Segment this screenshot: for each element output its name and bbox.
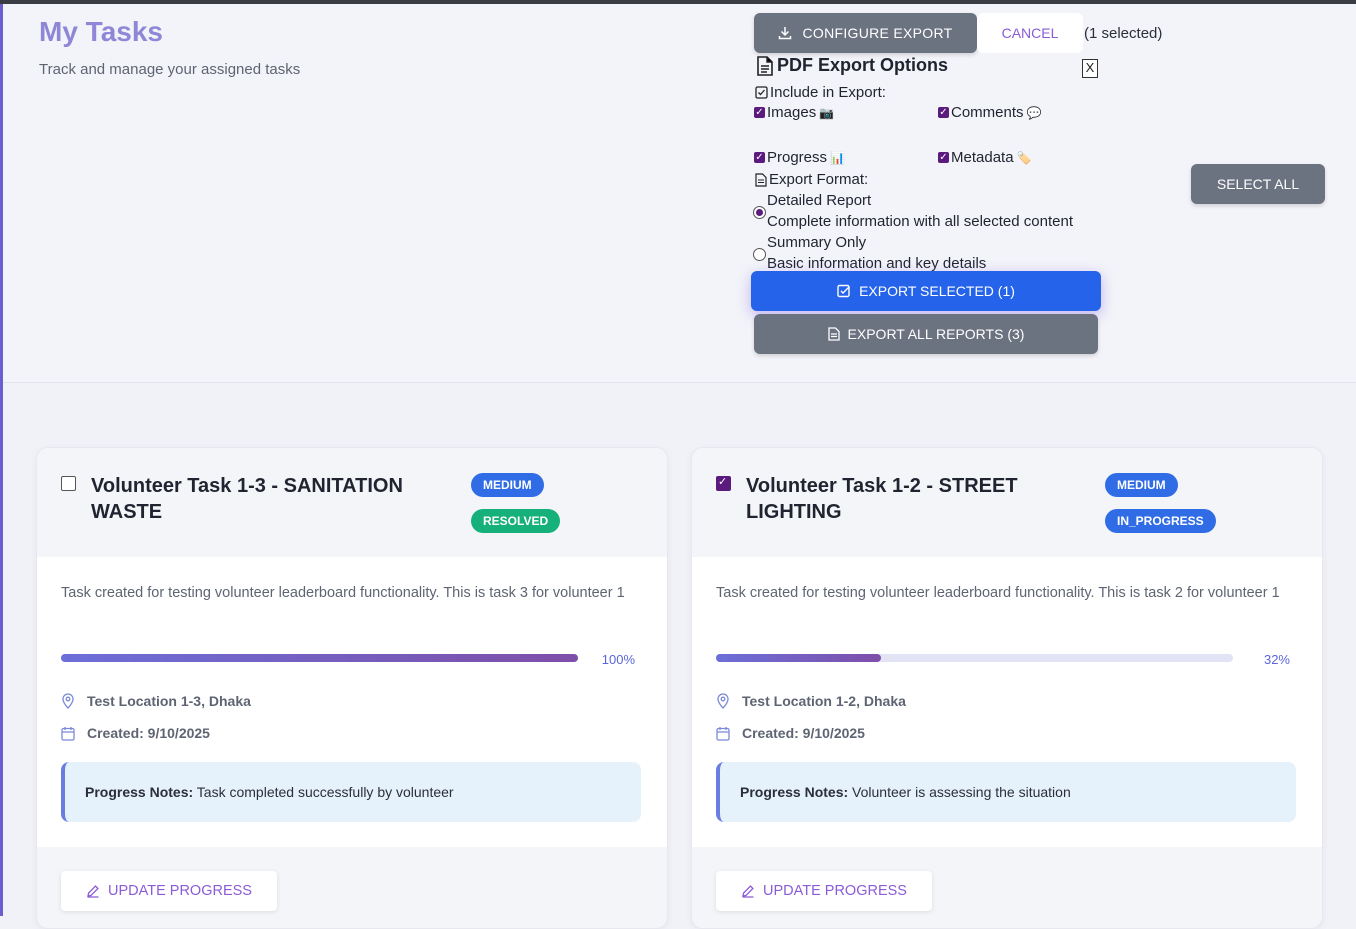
export-selected-button[interactable]: EXPORT SELECTED (1) [751,271,1101,311]
task-select-checkbox[interactable] [61,476,76,491]
progress-notes: Progress Notes: Volunteer is assessing t… [716,762,1296,822]
progress-notes: Progress Notes: Task completed successfu… [61,762,641,822]
progress-notes-label: Progress Notes: [85,784,194,800]
progress-bar [716,654,1233,662]
format-option-detailed[interactable]: Detailed Report Complete information wit… [753,192,1113,234]
checkbox-checked-icon: ✓ [754,107,765,118]
pencil-icon [87,885,99,898]
document-icon [757,55,773,76]
cancel-button[interactable]: CANCEL [977,13,1083,53]
task-created-date: Created: 9/10/2025 [716,725,865,741]
task-card-header: Volunteer Task 1-2 - STREET LIGHTING MED… [692,448,1322,557]
task-select-checkbox[interactable] [716,475,731,491]
progress-notes-text: Volunteer is assessing the situation [852,784,1071,800]
calendar-icon [61,726,75,741]
pencil-icon [742,885,754,898]
camera-icon: 📷 [819,105,835,120]
location-pin-icon [717,693,729,709]
radio-unselected-icon [753,248,766,261]
status-badge: RESOLVED [471,509,561,533]
progress-notes-label: Progress Notes: [740,784,849,800]
progress-percent: 32% [1263,652,1290,667]
progress-notes-text: Task completed successfully by volunteer [196,784,454,800]
progress-percent: 100% [601,652,635,667]
include-label: Include in Export: [755,84,886,101]
update-progress-button[interactable]: UPDATE PROGRESS [61,871,277,911]
selected-count: (1 selected) [1084,25,1163,42]
document-icon [827,327,840,341]
tag-icon: 🏷️ [1016,150,1032,165]
task-title: Volunteer Task 1-2 - STREET LIGHTING [746,475,1018,523]
task-title: Volunteer Task 1-3 - SANITATION WASTE [91,475,403,523]
configure-export-button[interactable]: CONFIGURE EXPORT [754,13,977,53]
priority-badge: MEDIUM [471,473,544,497]
task-location: Test Location 1-2, Dhaka [716,693,906,709]
checkbox-checked-icon: ✓ [938,152,949,163]
export-all-reports-button[interactable]: EXPORT ALL REPORTS (3) [754,314,1098,354]
include-progress-checkbox[interactable]: ✓ Progress 📊 [754,149,845,166]
page-subtitle: Track and manage your assigned tasks [39,61,301,78]
task-created-date: Created: 9/10/2025 [61,725,210,741]
checkbox-checked-icon: ✓ [754,152,765,163]
page-header: My Tasks Track and manage your assigned … [3,4,1356,383]
priority-badge: MEDIUM [1105,473,1178,497]
include-images-checkbox[interactable]: ✓ Images 📷 [754,104,834,121]
status-badge: IN_PROGRESS [1105,509,1216,533]
export-options-title-text: PDF Export Options [777,55,948,75]
task-location: Test Location 1-3, Dhaka [61,693,251,709]
location-pin-icon [62,693,74,709]
checkbox-icon [755,86,768,99]
progress-bar-fill [716,654,882,662]
task-card: Volunteer Task 1-2 - STREET LIGHTING MED… [691,447,1323,929]
format-option-summary[interactable]: Summary Only Basic information and key d… [753,234,1113,274]
select-all-button[interactable]: SELECT ALL [1191,164,1325,204]
include-metadata-checkbox[interactable]: ✓ Metadata 🏷️ [938,149,1032,166]
task-card-header: Volunteer Task 1-3 - SANITATION WASTE ME… [37,448,667,557]
download-icon [779,27,792,40]
progress-bar [61,654,578,662]
document-icon [755,172,767,187]
page-title: My Tasks [39,16,163,47]
include-comments-checkbox[interactable]: ✓ Comments 💬 [938,104,1041,121]
task-description: Task created for testing volunteer leade… [716,585,1280,601]
checkbox-checked-icon: ✓ [938,107,949,118]
radio-selected-icon [753,206,766,219]
update-progress-button[interactable]: UPDATE PROGRESS [716,871,932,911]
bar-chart-icon: 📊 [830,150,845,165]
task-description: Task created for testing volunteer leade… [61,585,625,601]
progress-bar-fill [61,654,578,662]
export-options-title: PDF Export Options [756,55,948,76]
close-export-options-button[interactable]: X [1082,59,1098,78]
configure-export-label: CONFIGURE EXPORT [802,25,953,41]
speech-bubble-icon: 💬 [1026,105,1042,120]
checkbox-icon [837,284,850,298]
task-card: Volunteer Task 1-3 - SANITATION WASTE ME… [36,447,668,929]
calendar-icon [716,726,730,741]
export-format-label: Export Format: [755,171,868,188]
